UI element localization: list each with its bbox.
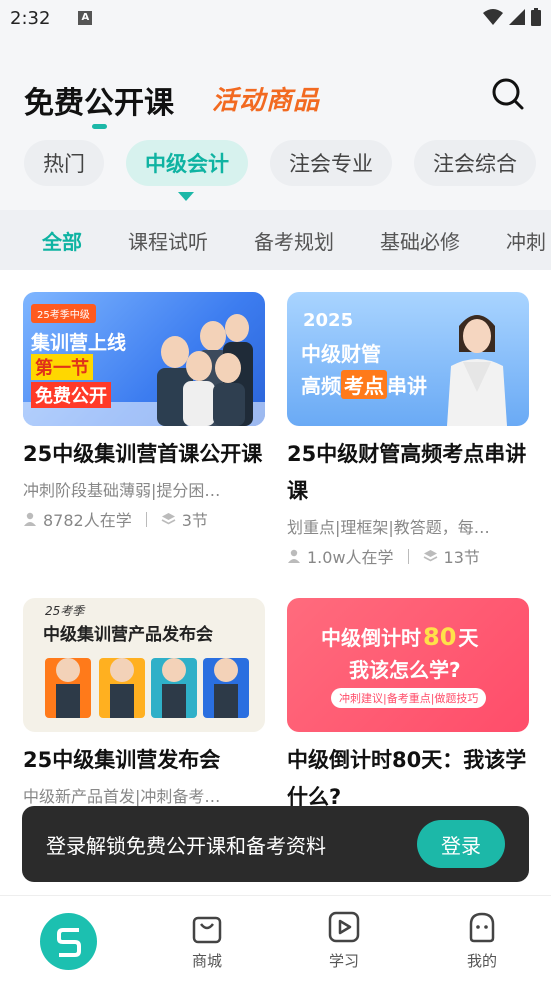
nav-study[interactable]: 学习 (299, 896, 389, 981)
nav-study-label: 学习 (328, 952, 359, 970)
course-meta: 1.0w人在学 13节 (287, 544, 529, 568)
course-card[interactable]: 中级倒计时 80 天 我该怎么学? 冲刺建议|备考重点|做题技巧 中级倒计时80… (287, 598, 529, 816)
notification-a-icon: A (78, 11, 93, 25)
thumb-line1: 中级倒计时 (321, 626, 421, 650)
learner-count: 1.0w人在学 (307, 548, 394, 567)
nav-mall-label: 商城 (191, 952, 222, 970)
thumb-line2a: 高频 (301, 374, 341, 398)
course-thumbnail: 25考季 中级集训营产品发布会 (23, 598, 265, 732)
meta-divider (145, 511, 147, 527)
course-title[interactable]: 25中级集训营首课公开课 (23, 436, 265, 473)
lesson-count: 3节 (181, 511, 208, 530)
course-thumbnail: 2025 中级财管 高频 考点 串讲 (287, 292, 529, 426)
search-icon (492, 78, 524, 110)
subtab-all[interactable]: 全部 (42, 226, 82, 255)
person-icon (288, 549, 300, 563)
lesson-count: 13节 (443, 548, 480, 567)
nav-profile[interactable]: 我的 (437, 896, 527, 981)
play-icon (328, 911, 360, 943)
thumb-tag: 25考季 (45, 604, 85, 618)
thumb-line3: 免费公开 (31, 382, 111, 408)
thumb-line2: 我该怎么学? (349, 658, 461, 682)
course-thumbnail: 25考季中级 集训营上线 第一节 免费公开 (23, 292, 265, 426)
layers-icon (423, 550, 437, 562)
course-desc: 划重点|理框架|教答题，每… (287, 518, 490, 537)
home-logo-icon (56, 927, 81, 957)
thumb-line2b: 考点 (341, 370, 387, 399)
bottom-nav: 商城 学习 我的 (0, 895, 551, 981)
subtab-sprint[interactable]: 冲刺 (506, 226, 546, 255)
nav-profile-label: 我的 (466, 952, 497, 970)
thumb-line2c: 串讲 (387, 374, 427, 398)
thumb-line2: 第一节 (31, 354, 93, 380)
chip-hot[interactable]: 热门 (24, 140, 104, 186)
course-title[interactable]: 25中级集训营发布会 (23, 742, 265, 779)
thumb-line1: 中级集训营产品发布会 (43, 625, 213, 645)
subtab-planning[interactable]: 备考规划 (254, 226, 334, 255)
thumb-days: 80 (423, 623, 457, 651)
meta-divider (407, 548, 409, 564)
status-time: 2:32 (10, 7, 51, 29)
signal-icon (509, 9, 525, 25)
person-icon (24, 512, 36, 526)
nav-mall[interactable]: 商城 (162, 896, 252, 981)
login-button[interactable]: 登录 (417, 820, 505, 868)
chip-cpa-comprehensive[interactable]: 注会综合 (414, 140, 536, 186)
active-chip-pointer (178, 192, 194, 201)
course-title[interactable]: 中级倒计时80天：我该学什么? (287, 742, 529, 816)
chip-cpa-professional[interactable]: 注会专业 (270, 140, 392, 186)
promo-tab[interactable]: 活动商品 (212, 80, 320, 117)
course-desc: 冲刺阶段基础薄弱|提分困… (23, 481, 221, 500)
thumb-line1: 集训营上线 (31, 332, 127, 354)
login-toast: 登录解锁免费公开课和备考资料 登录 (22, 806, 529, 882)
course-meta: 8782人在学 3节 (23, 507, 265, 531)
toast-message: 登录解锁免费公开课和备考资料 (46, 833, 326, 858)
title-active-indicator (92, 124, 107, 129)
status-icons (483, 8, 541, 26)
battery-icon (531, 8, 541, 26)
shopping-bag-icon (192, 916, 222, 944)
subtab-trial[interactable]: 课程试听 (128, 226, 208, 255)
course-card[interactable]: 25考季 中级集训营产品发布会 25中级集训营发布会 中级新产品首发|冲刺备考… (23, 598, 265, 807)
course-card[interactable]: 2025 中级财管 高频 考点 串讲 25中级财管高频考点串讲课 划重点|理框架… (287, 292, 529, 568)
layers-icon (161, 513, 176, 525)
course-grid: 25考季中级 集训营上线 第一节 免费公开 25中级集训营首课公开课 冲刺阶段基… (0, 270, 551, 895)
thumb-tags: 冲刺建议|备考重点|做题技巧 (331, 688, 487, 708)
learner-count: 8782人在学 (43, 511, 132, 530)
subtab-basics[interactable]: 基础必修 (380, 226, 460, 255)
course-desc: 中级新产品首发|冲刺备考… (23, 787, 221, 806)
wifi-icon (483, 9, 503, 25)
search-button[interactable] (490, 76, 526, 112)
course-thumbnail: 中级倒计时 80 天 我该怎么学? 冲刺建议|备考重点|做题技巧 (287, 598, 529, 732)
subtab-bar: 全部 课程试听 备考规划 基础必修 冲刺 (0, 210, 551, 270)
course-card[interactable]: 25考季中级 集训营上线 第一节 免费公开 25中级集训营首课公开课 冲刺阶段基… (23, 292, 265, 531)
status-bar: 2:32 A (0, 0, 551, 36)
thumb-headline: 中级倒计时 80 天 (321, 622, 478, 651)
thumb-line2: 高频 考点 串讲 (301, 370, 427, 399)
header: 免费公开课 活动商品 (0, 60, 551, 140)
chip-intermediate-accounting[interactable]: 中级会计 (126, 140, 248, 186)
thumb-unit: 天 (458, 626, 479, 650)
profile-icon (469, 912, 495, 943)
thumb-line1: 中级财管 (301, 342, 381, 366)
course-title[interactable]: 25中级财管高频考点串讲课 (287, 436, 529, 510)
thumb-tag: 25考季中级 (31, 304, 96, 323)
thumb-year: 2025 (303, 310, 354, 331)
category-chips: 热门 中级会计 注会专业 注会综合 (0, 140, 551, 190)
page-title[interactable]: 免费公开课 (24, 78, 174, 122)
nav-home[interactable] (40, 913, 97, 970)
